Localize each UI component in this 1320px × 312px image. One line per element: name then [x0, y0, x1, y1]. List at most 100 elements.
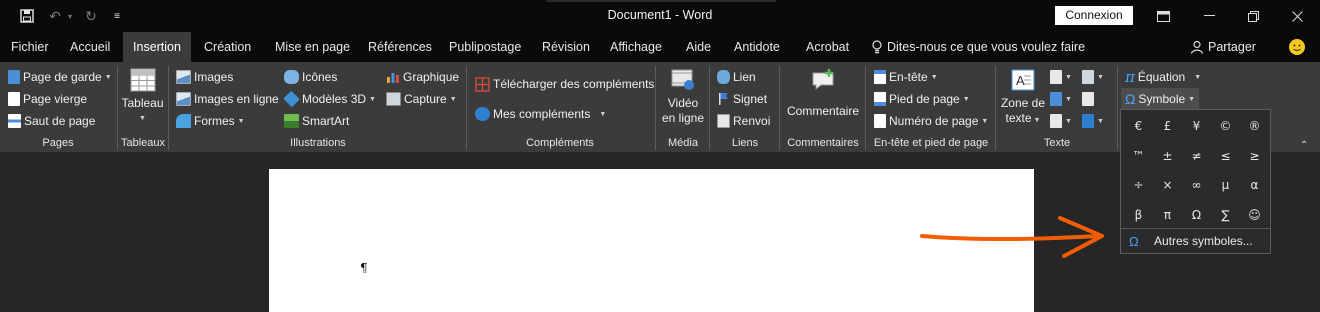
icons-icon	[284, 70, 299, 84]
wordart-button[interactable]: ▼	[1050, 89, 1072, 109]
tell-me-search[interactable]: Dites-nous ce que vous voulez faire	[872, 32, 1085, 62]
group-label-commentaires: Commentaires	[787, 137, 859, 149]
undo-icon[interactable]: ↶	[44, 0, 66, 32]
footer-button[interactable]: Pied de page ▼	[874, 89, 970, 109]
symbol-cell[interactable]: Ω	[1182, 201, 1211, 229]
table-button[interactable]: Tableau ▼	[120, 68, 165, 126]
symbol-cell[interactable]: ©	[1211, 112, 1240, 140]
symbol-cell[interactable]: €	[1124, 112, 1153, 140]
online-video-label-1: Vidéo	[667, 96, 699, 110]
symbol-cell[interactable]: ×	[1153, 171, 1182, 199]
online-images-button[interactable]: Images en ligne	[176, 89, 279, 109]
symbol-cell[interactable]: µ	[1211, 171, 1240, 199]
signin-button[interactable]: Connexion	[1055, 6, 1133, 25]
cross-reference-button[interactable]: Renvoi	[717, 111, 770, 131]
tab-accueil[interactable]: Accueil	[70, 32, 110, 62]
symbol-cell[interactable]: ∞	[1182, 171, 1211, 199]
equation-button[interactable]: π Équation ▼	[1125, 67, 1201, 87]
screenshot-button[interactable]: Capture ▼	[386, 89, 457, 109]
close-icon[interactable]	[1274, 0, 1320, 32]
tab-affichage[interactable]: Affichage	[610, 32, 662, 62]
comment-button[interactable]: Commentaire	[784, 68, 862, 119]
page-number-button[interactable]: Numéro de page ▼	[874, 111, 988, 131]
shapes-button[interactable]: Formes ▼	[176, 111, 245, 131]
blank-page-label: Page vierge	[23, 92, 88, 106]
group-separator	[995, 66, 996, 150]
undo-dropdown-icon[interactable]: ▾	[64, 0, 76, 32]
feedback-smiley-icon[interactable]	[1289, 39, 1305, 55]
customize-quick-access-icon[interactable]: ≡	[110, 0, 124, 32]
redo-icon[interactable]: ↻	[80, 0, 102, 32]
quick-parts-button[interactable]: ▼	[1050, 67, 1072, 87]
symbol-cell[interactable]: ®	[1240, 112, 1269, 140]
tab-insertion[interactable]: Insertion	[123, 32, 191, 62]
pi-icon: π	[1125, 68, 1135, 86]
symbol-cell[interactable]: ≥	[1240, 142, 1269, 170]
screenshot-label: Capture	[404, 92, 447, 106]
cover-page-button[interactable]: Page de garde ▼	[8, 67, 112, 87]
images-button[interactable]: Images	[176, 67, 233, 87]
bookmark-button[interactable]: Signet	[717, 89, 767, 109]
text-box-button[interactable]: A Zone de texte ▼	[999, 68, 1047, 128]
online-images-label: Images en ligne	[194, 92, 279, 106]
tab-aide[interactable]: Aide	[686, 32, 711, 62]
symbol-cell[interactable]: £	[1153, 112, 1182, 140]
online-video-button[interactable]: Vidéo en ligne	[660, 68, 706, 126]
minimize-icon[interactable]	[1186, 0, 1232, 32]
tab-antidote[interactable]: Antidote	[734, 32, 780, 62]
tab-creation[interactable]: Création	[204, 32, 251, 62]
screenshot-icon	[386, 92, 401, 106]
omega-icon: Ω	[1129, 234, 1139, 249]
svg-text:A: A	[1016, 73, 1025, 88]
signature-line-button[interactable]: ▼	[1082, 67, 1104, 87]
symbol-cell[interactable]: ¥	[1182, 112, 1211, 140]
symbol-cell[interactable]: ☺	[1240, 201, 1269, 229]
symbol-cell[interactable]: ÷	[1124, 171, 1153, 199]
restore-icon[interactable]	[1230, 0, 1276, 32]
symbol-cell[interactable]: ≤	[1211, 142, 1240, 170]
my-addins-icon	[475, 107, 490, 121]
symbol-cell[interactable]: α	[1240, 171, 1269, 199]
link-button[interactable]: Lien	[717, 67, 756, 87]
symbol-cell[interactable]: ™	[1124, 142, 1153, 170]
blank-page-button[interactable]: Page vierge	[8, 89, 87, 109]
tab-revision[interactable]: Révision	[542, 32, 590, 62]
symbol-button[interactable]: Ω Symbole ▼	[1121, 88, 1200, 110]
cover-page-icon	[8, 70, 20, 84]
window-title: Document1 - Word	[607, 8, 713, 22]
signature-line-icon	[1082, 70, 1094, 84]
tab-mise-en-page[interactable]: Mise en page	[275, 32, 350, 62]
3d-models-button[interactable]: Modèles 3D ▼	[283, 89, 376, 109]
document-page[interactable]	[269, 169, 1034, 312]
tab-fichier[interactable]: Fichier	[11, 32, 49, 62]
symbol-cell[interactable]: ±	[1153, 142, 1182, 170]
collapse-ribbon-icon[interactable]: ⌃	[1300, 140, 1308, 151]
header-label: En-tête	[889, 70, 928, 84]
paragraph-mark: ¶	[360, 261, 368, 275]
get-addins-button[interactable]: Télécharger des compléments	[475, 74, 654, 94]
tab-acrobat[interactable]: Acrobat	[806, 32, 849, 62]
page-break-button[interactable]: Saut de page	[8, 111, 95, 131]
page-break-icon	[8, 114, 21, 128]
tab-references[interactable]: Références	[368, 32, 432, 62]
symbol-cell[interactable]: β	[1124, 201, 1153, 229]
group-label-tableaux: Tableaux	[120, 137, 166, 149]
smartart-button[interactable]: SmartArt	[284, 111, 349, 131]
object-button[interactable]: ▼	[1082, 111, 1104, 131]
ribbon-display-options-icon[interactable]	[1140, 0, 1186, 32]
symbol-cell[interactable]: π	[1153, 201, 1182, 229]
date-time-button[interactable]	[1082, 89, 1094, 109]
icons-button[interactable]: Icônes	[284, 67, 337, 87]
share-button[interactable]: Partager	[1190, 32, 1256, 62]
symbol-cell[interactable]: ∑	[1211, 201, 1240, 229]
save-icon[interactable]	[14, 0, 40, 32]
my-addins-button[interactable]: Mes compléments ▼	[475, 104, 606, 124]
symbol-cell[interactable]: ≠	[1182, 142, 1211, 170]
more-symbols-item[interactable]: Ω Autres symboles...	[1121, 228, 1270, 253]
tab-publipostage[interactable]: Publipostage	[449, 32, 521, 62]
header-button[interactable]: En-tête ▼	[874, 67, 938, 87]
group-separator	[655, 66, 656, 150]
chart-button[interactable]: Graphique	[386, 67, 459, 87]
cross-reference-icon	[717, 114, 730, 128]
drop-cap-button[interactable]: ▼	[1050, 111, 1072, 131]
